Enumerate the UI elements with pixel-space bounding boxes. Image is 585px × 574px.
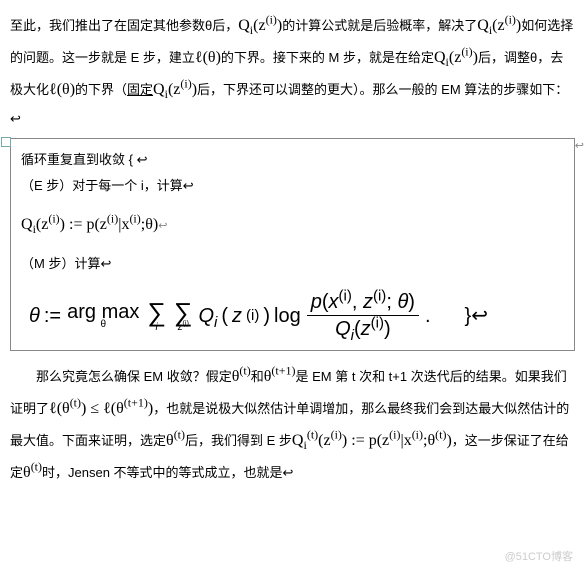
inline-theta-t: θ(t) (232, 368, 251, 385)
inline-formula-ell: ℓ(θ) (195, 49, 221, 66)
inline-Qi-t: Qi(t)(z(i)) := p(z(i)|x(i);θ(t)) (292, 432, 452, 449)
text: 的计算公式就是后验概率，解决了 (282, 18, 477, 33)
underline-text: 固定 (127, 82, 153, 97)
formula-m-step: θ := arg max θ ∑ i ∑ z(i) Qi(z(i)) log p… (29, 291, 564, 340)
text: 的下界（ (75, 82, 127, 97)
box-line-estep: （E 步）对于每一个 i，计算↩ (21, 173, 564, 199)
table-handle-icon[interactable] (1, 137, 11, 147)
paragraph-1: 至此，我们推出了在固定其他参数θ后，Qi(z(i))的计算公式就是后验概率，解决… (10, 10, 575, 132)
inline-ell-ineq: ℓ(θ(t)) ≤ ℓ(θ(t+1)) (49, 400, 153, 417)
return-mark-icon: ↩ (575, 135, 584, 157)
inline-formula-Qi4: Qi(z(i)) (153, 81, 197, 98)
fraction-block: p(x(i), z(i); θ) Qi(z(i)) (307, 291, 419, 340)
close-brace: }↩ (465, 296, 488, 336)
inline-theta-t2: θ(t) (166, 432, 185, 449)
inline-formula-Qi2: Qi(z(i)) (477, 17, 521, 34)
text: 和 (251, 369, 264, 384)
inline-theta-t3: θ(t) (23, 464, 42, 481)
sum-i-block: ∑ i (147, 299, 166, 333)
inline-theta-t1: θ(t+1) (264, 368, 296, 385)
box-line-loop: 循环重复直到收敛 { ↩ (21, 147, 564, 173)
inline-formula-ell2: ℓ(θ) (49, 81, 75, 98)
watermark: @51CTO博客 (505, 546, 573, 568)
inline-formula-Qi: Qi(z(i)) (238, 17, 282, 34)
paragraph-2: 那么究竟怎么确保 EM 收敛？假定θ(t)和θ(t+1)是 EM 第 t 次和 … (10, 361, 575, 489)
text: 时，Jensen 不等式中的等式成立，也就是↩ (42, 465, 293, 480)
text: 后，我们得到 E 步 (185, 433, 292, 448)
algorithm-box: ↩ 循环重复直到收敛 { ↩ （E 步）对于每一个 i，计算↩ Qi(z(i))… (10, 138, 575, 351)
argmax-block: arg max θ (67, 302, 139, 330)
sum-z-block: ∑ z(i) (174, 299, 193, 333)
formula-e-step: Qi(z(i)) := p(z(i)|x(i);θ)↩ (21, 209, 564, 241)
inline-formula-Qi3: Qi(z(i)) (434, 49, 478, 66)
text: 的下界。接下来的 M 步，就是在给定 (221, 50, 434, 65)
box-line-mstep: （M 步）计算↩ (21, 251, 564, 277)
text: 至此，我们推出了在固定其他参数θ后， (10, 18, 238, 33)
text: 那么究竟怎么确保 EM 收敛？假定 (36, 369, 232, 384)
